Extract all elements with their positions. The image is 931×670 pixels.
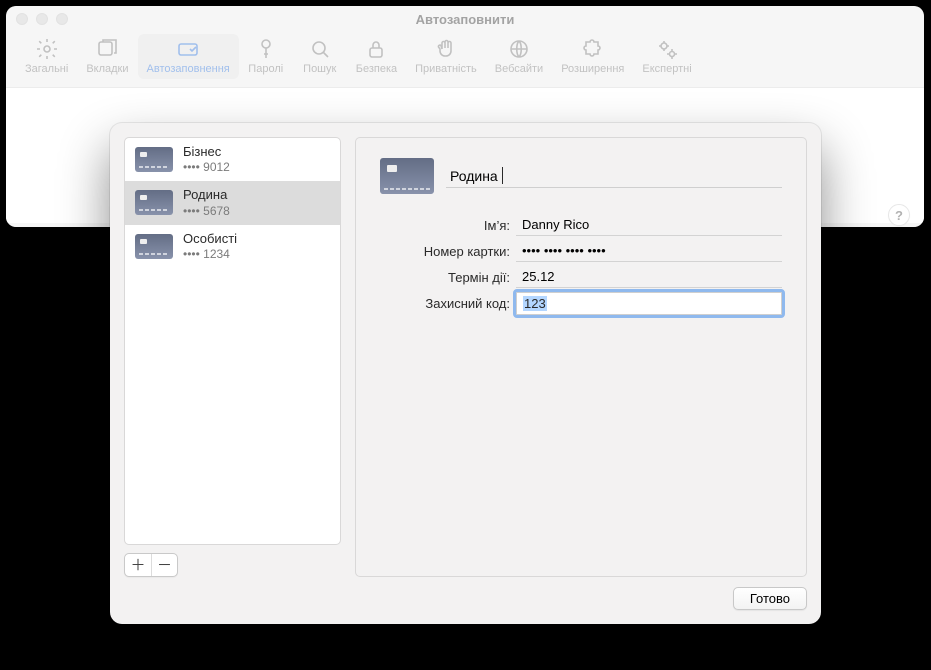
cards-list-panel: Бізнес •••• 9012 Родина •••• 5678 Особис…	[124, 137, 341, 577]
tabs-icon	[95, 37, 119, 61]
gear-icon	[35, 37, 59, 61]
tab-websites[interactable]: Вебсайти	[486, 34, 552, 79]
preferences-toolbar: Загальні Вкладки Автозаповнення Паролі П…	[6, 32, 924, 88]
globe-icon	[507, 37, 531, 61]
gears-icon	[655, 37, 679, 61]
credit-card-icon	[135, 147, 173, 172]
card-detail-panel: Ім’я: Номер картки: Термін дії: Захисний…	[355, 137, 807, 577]
puzzle-icon	[581, 37, 605, 61]
tab-general[interactable]: Загальні	[16, 34, 77, 79]
cards-list[interactable]: Бізнес •••• 9012 Родина •••• 5678 Особис…	[124, 137, 341, 545]
expiry-label: Термін дії:	[380, 270, 510, 285]
card-title: Бізнес	[183, 144, 230, 160]
cardholder-name-input[interactable]	[516, 214, 782, 236]
tab-advanced[interactable]: Експертні	[633, 34, 700, 79]
cvv-label: Захисний код:	[380, 296, 510, 311]
tab-security[interactable]: Безпека	[347, 34, 406, 79]
done-button[interactable]: Готово	[733, 587, 807, 610]
tab-autofill[interactable]: Автозаповнення	[138, 34, 239, 79]
text-caret	[502, 167, 503, 184]
minus-icon: －	[157, 558, 172, 573]
help-button[interactable]: ?	[888, 204, 910, 226]
number-label: Номер картки:	[380, 244, 510, 259]
tab-privacy[interactable]: Приватність	[406, 34, 486, 79]
card-mask: •••• 1234	[183, 247, 237, 262]
card-title: Родина	[183, 187, 230, 203]
card-title: Особисті	[183, 231, 237, 247]
autofill-icon	[176, 37, 200, 61]
titlebar: Автозаповнити	[6, 6, 924, 32]
card-mask: •••• 5678	[183, 204, 230, 219]
help-icon: ?	[895, 208, 903, 223]
credit-cards-sheet: Бізнес •••• 9012 Родина •••• 5678 Особис…	[110, 123, 821, 624]
plus-icon: ＋	[130, 558, 145, 573]
credit-card-icon	[380, 158, 434, 194]
credit-card-icon	[135, 234, 173, 259]
add-card-button[interactable]: ＋	[125, 554, 151, 576]
tab-passwords[interactable]: Паролі	[239, 34, 293, 79]
window-title: Автозаповнити	[6, 12, 924, 27]
credit-card-icon	[135, 190, 173, 215]
expiry-input[interactable]	[516, 266, 782, 288]
card-item-2[interactable]: Особисті •••• 1234	[125, 225, 340, 268]
tab-tabs[interactable]: Вкладки	[77, 34, 137, 79]
hand-icon	[434, 37, 458, 61]
list-add-remove: ＋ －	[124, 553, 178, 577]
card-item-1[interactable]: Родина •••• 5678	[125, 181, 340, 224]
remove-card-button[interactable]: －	[151, 554, 177, 576]
lock-icon	[364, 37, 388, 61]
search-icon	[308, 37, 332, 61]
card-description-input[interactable]	[446, 164, 782, 188]
name-label: Ім’я:	[380, 218, 510, 233]
card-number-input[interactable]	[516, 240, 782, 262]
tab-search[interactable]: Пошук	[293, 34, 347, 79]
card-mask: •••• 9012	[183, 160, 230, 175]
security-code-value: 123	[523, 296, 547, 311]
security-code-input[interactable]: 123	[516, 292, 782, 315]
key-icon	[254, 37, 278, 61]
card-item-0[interactable]: Бізнес •••• 9012	[125, 138, 340, 181]
tab-extensions[interactable]: Розширення	[552, 34, 633, 79]
